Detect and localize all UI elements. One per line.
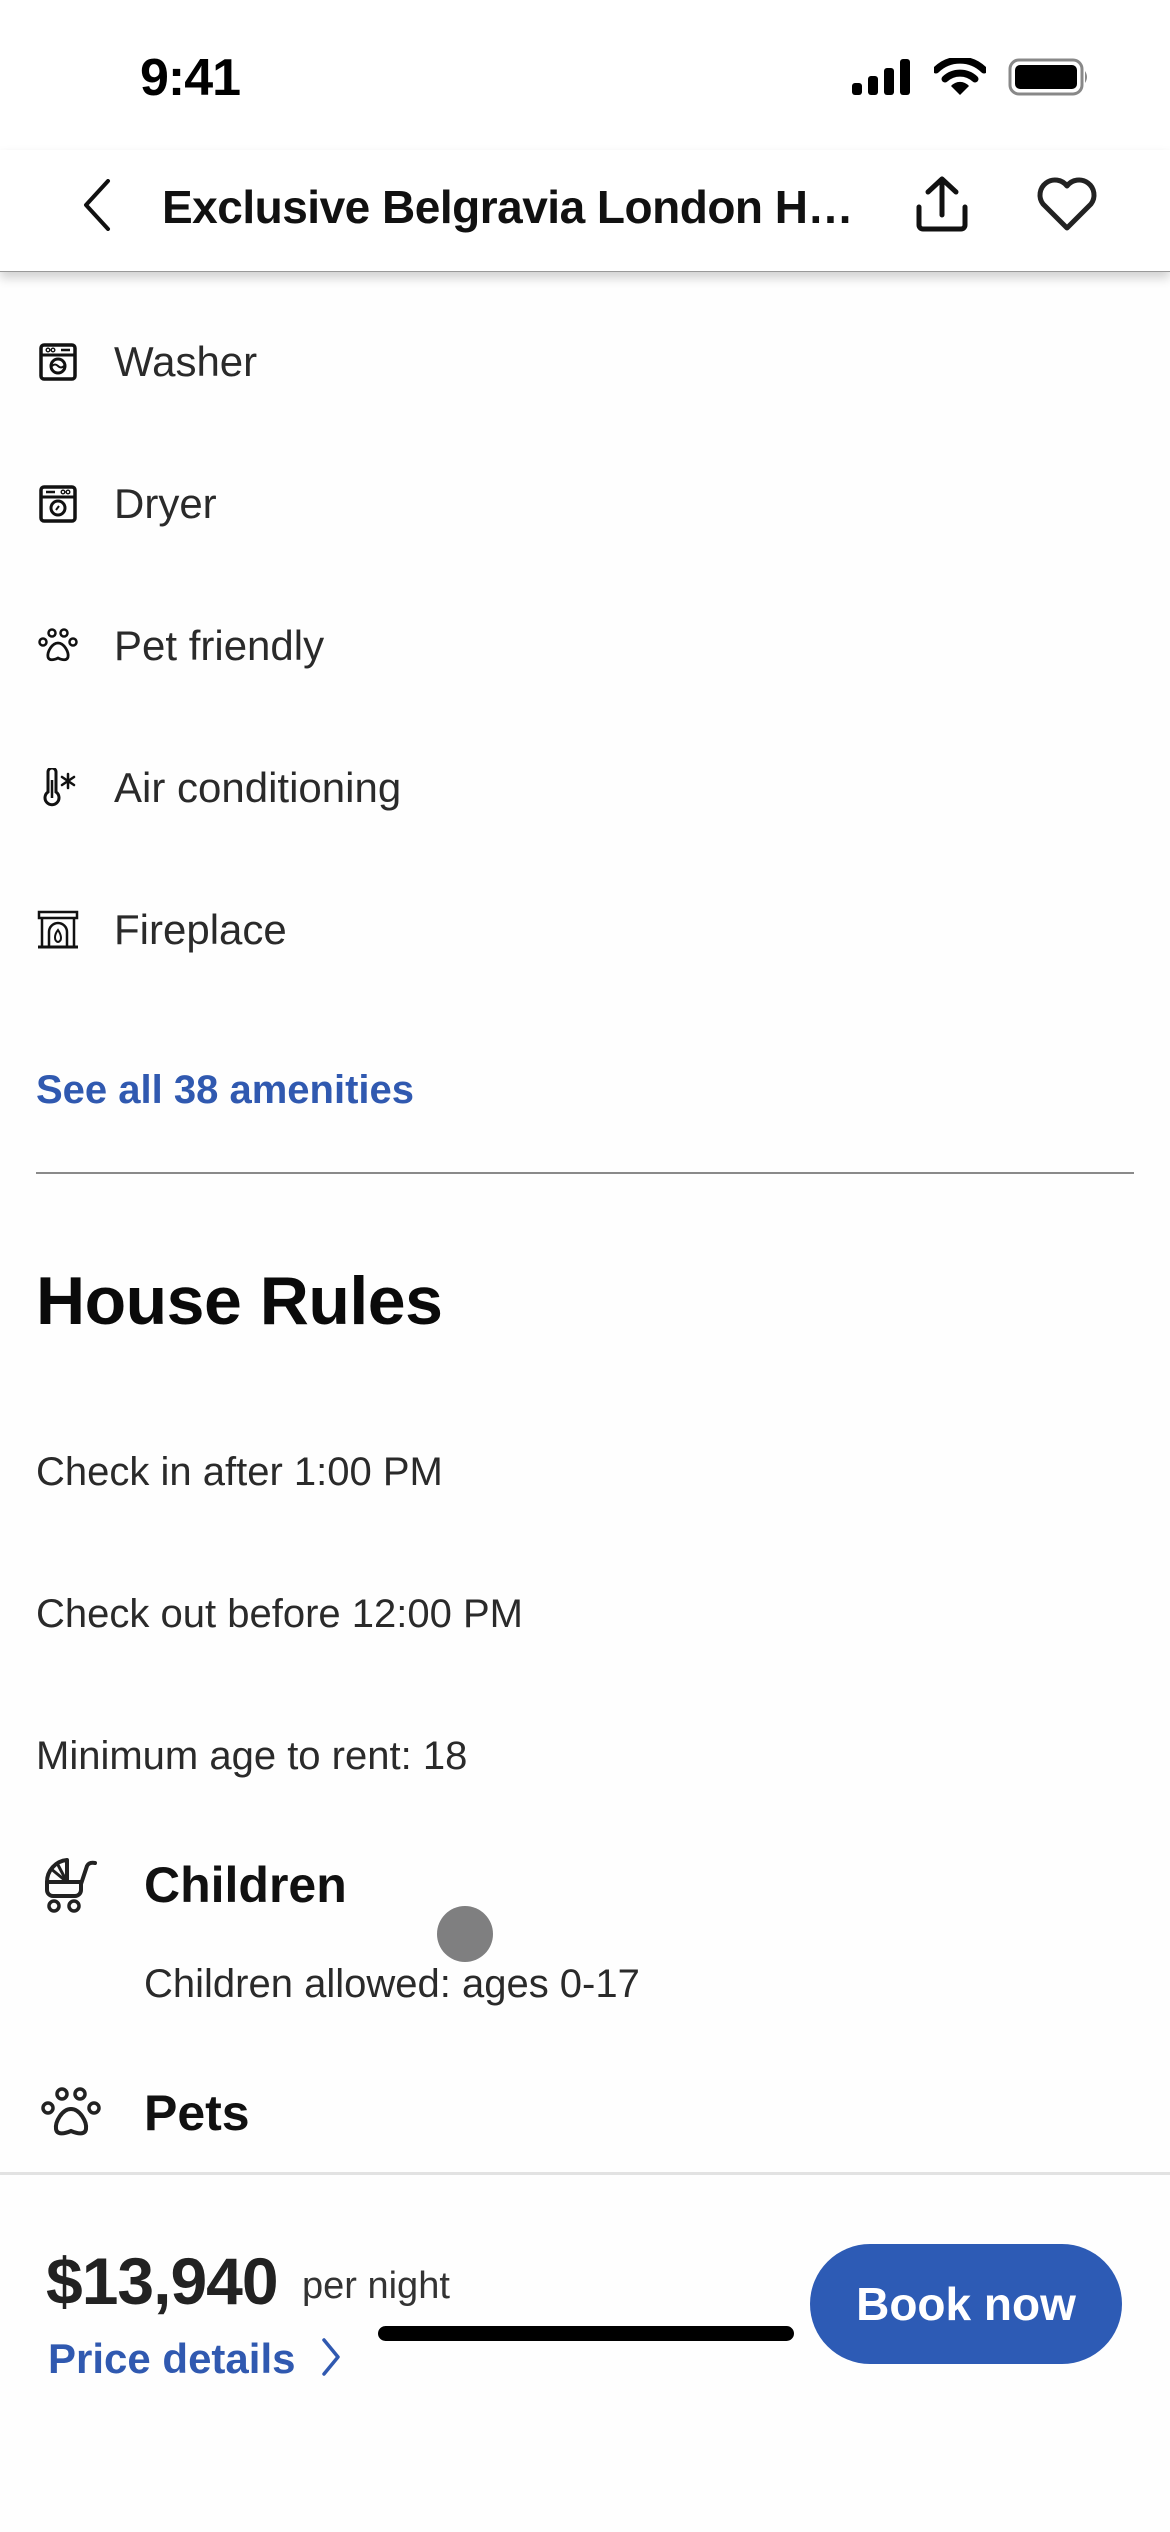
rule-minimum-age: Minimum age to rent: 18 — [36, 1734, 468, 1778]
nightly-price: $13,940 — [46, 2244, 279, 2318]
chevron-right-icon — [321, 2337, 341, 2381]
paw-icon — [36, 624, 80, 668]
stroller-icon — [36, 1852, 106, 1918]
rule-check-out: Check out before 12:00 PM — [36, 1592, 523, 1636]
children-heading: Children — [144, 1857, 347, 1913]
amenity-label: Air conditioning — [114, 764, 402, 811]
amenity-item-fireplace: Fireplace — [36, 890, 287, 970]
cellular-signal-icon — [852, 59, 912, 100]
amenity-label: Fireplace — [114, 906, 287, 953]
see-all-amenities-link[interactable]: See all 38 amenities — [36, 1068, 414, 1113]
amenity-label: Pet friendly — [114, 622, 325, 669]
fireplace-icon — [36, 908, 80, 952]
amenity-label: Dryer — [114, 480, 217, 527]
amenity-item-dryer: Dryer — [36, 464, 217, 544]
price-unit: per night — [302, 2265, 450, 2307]
amenity-item-washer: Washer — [36, 322, 257, 402]
section-divider — [36, 1172, 1134, 1174]
rule-check-in: Check in after 1:00 PM — [36, 1450, 443, 1494]
share-button[interactable] — [910, 172, 974, 240]
status-icons — [852, 56, 1090, 101]
price-details-label: Price details — [48, 2335, 296, 2382]
pets-heading: Pets — [144, 2085, 250, 2141]
amenity-item-pet-friendly: Pet friendly — [36, 606, 324, 686]
booking-bar: $13,940 per night Price details Book now — [0, 2172, 1170, 2532]
dryer-icon — [36, 482, 80, 526]
favorite-button[interactable] — [1030, 172, 1104, 240]
amenity-label: Washer — [114, 338, 258, 385]
paw-icon — [36, 2080, 106, 2146]
wifi-icon — [932, 56, 988, 101]
touch-indicator — [437, 1906, 493, 1962]
listing-content[interactable]: Washer Dryer Pet friendly Air conditioni… — [0, 272, 1170, 2172]
chevron-left-icon — [82, 178, 112, 236]
share-icon — [915, 175, 969, 238]
back-button[interactable] — [72, 174, 122, 240]
house-rules-heading: House Rules — [36, 1263, 443, 1339]
page-title: Exclusive Belgravia London House — [162, 181, 872, 233]
status-bar: 9:41 — [0, 0, 1170, 150]
children-detail: Children allowed: ages 0-17 — [144, 1962, 640, 2006]
heart-outline-icon — [1035, 176, 1099, 237]
amenity-item-air-conditioning: Air conditioning — [36, 748, 401, 828]
thermometer-snowflake-icon — [36, 766, 80, 810]
price-details-link[interactable]: Price details — [48, 2335, 341, 2383]
battery-icon — [1008, 58, 1090, 101]
home-indicator[interactable] — [378, 2326, 794, 2341]
top-nav-bar: Exclusive Belgravia London House — [0, 150, 1170, 272]
status-time: 9:41 — [140, 49, 241, 107]
washer-icon — [36, 340, 80, 384]
book-now-button[interactable]: Book now — [810, 2244, 1122, 2364]
